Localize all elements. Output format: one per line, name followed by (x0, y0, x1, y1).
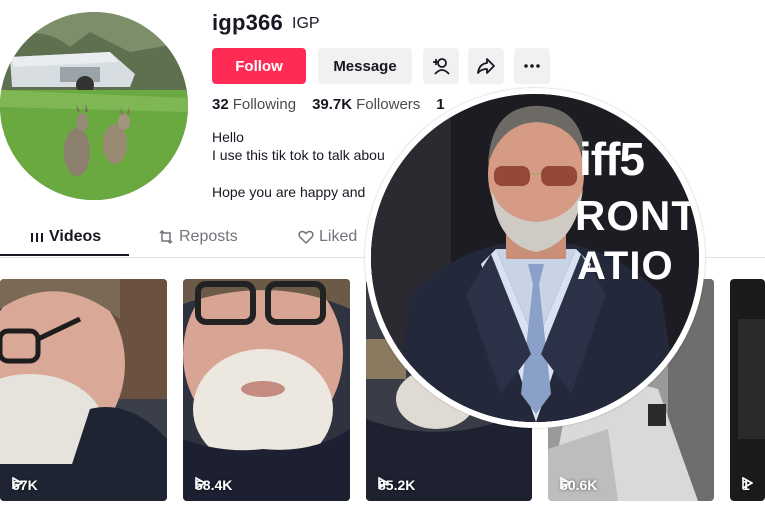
grid-icon (31, 233, 43, 242)
share-icon (477, 58, 495, 74)
add-friend-button[interactable] (423, 48, 459, 84)
view-count: 85.2K (378, 477, 416, 493)
overlay-photo: iff5 RONT ATIO (365, 88, 705, 428)
heart-icon (298, 230, 314, 245)
tab-liked[interactable]: Liked (298, 228, 357, 246)
video-thumbnail[interactable]: 58.4K (183, 279, 350, 501)
profile-nickname: IGP (292, 15, 320, 32)
follow-button[interactable]: Follow (212, 48, 306, 84)
more-button[interactable] (514, 48, 550, 84)
bio-line: Hello (212, 129, 244, 145)
backdrop-text: iff5 (579, 133, 645, 185)
video-thumbnail[interactable]: 1 (730, 279, 765, 501)
backdrop-text: ATIO (577, 244, 674, 288)
repost-icon (159, 229, 173, 245)
view-count: 50.6K (560, 477, 598, 493)
message-button[interactable]: Message (318, 48, 412, 84)
video-thumbnail-image (183, 279, 350, 501)
video-thumbnail-image (730, 279, 765, 501)
bio-line: Hope you are happy and (212, 184, 366, 200)
tab-reposts[interactable]: Reposts (158, 228, 238, 246)
tab-videos[interactable]: Videos (30, 228, 101, 246)
kangaroo-photo-avatar (0, 12, 188, 200)
video-thumbnail[interactable]: 67K (0, 279, 167, 501)
profile-username: igp366 (212, 10, 283, 35)
play-icon (12, 477, 23, 489)
share-button[interactable] (468, 48, 504, 84)
tab-label: Liked (319, 228, 358, 245)
profile-bio: Hello I use this tik tok to talk abou Ho… (212, 128, 385, 201)
bio-line: I use this tik tok to talk abou (212, 147, 385, 163)
profile-avatar[interactable] (0, 12, 188, 200)
view-count: 67K (12, 477, 38, 493)
view-count: 1 (742, 477, 753, 493)
video-thumbnail-image (0, 279, 167, 501)
tab-label: Reposts (179, 228, 238, 245)
following-stat[interactable]: 32 Following (212, 96, 296, 113)
view-count: 58.4K (195, 477, 233, 493)
add-friend-icon (433, 58, 450, 75)
play-icon (742, 477, 753, 489)
play-icon (195, 477, 206, 489)
tab-label: Videos (49, 228, 102, 245)
more-icon (524, 64, 540, 68)
active-tab-indicator (0, 254, 129, 256)
play-icon (560, 477, 571, 489)
backdrop-text: RONT (575, 192, 698, 239)
play-icon (378, 477, 389, 489)
